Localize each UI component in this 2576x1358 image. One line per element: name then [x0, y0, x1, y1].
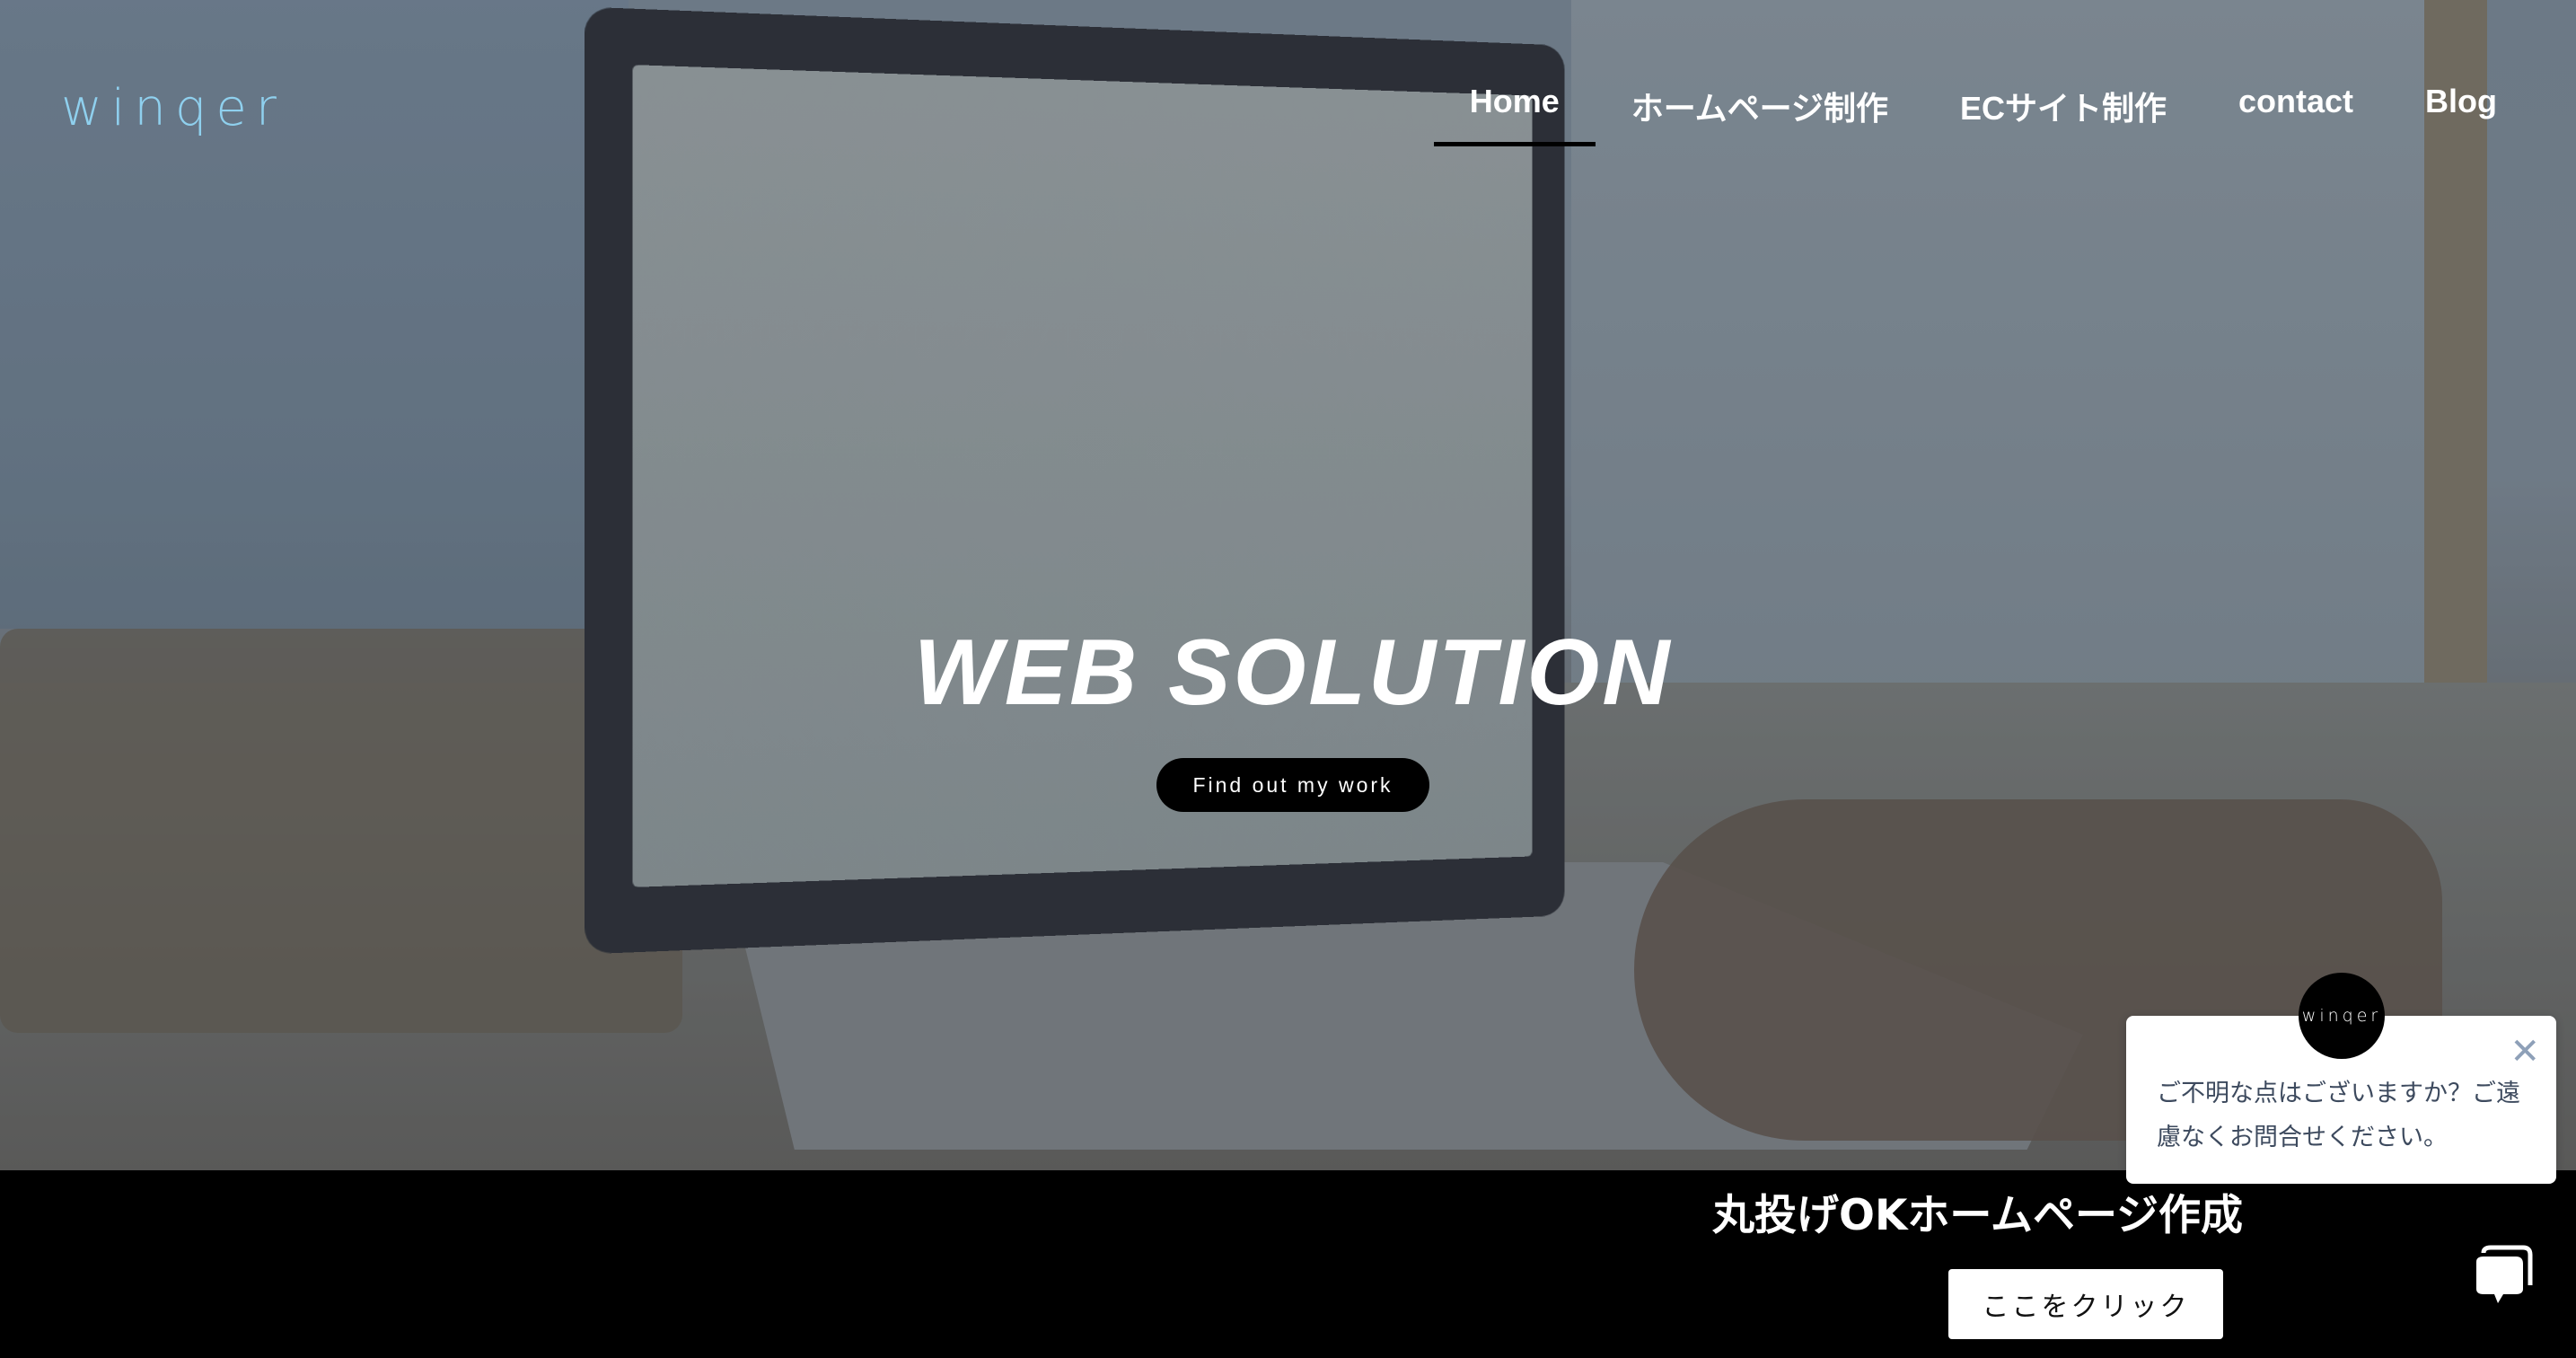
chat-bubble-icon[interactable]: [2471, 1244, 2534, 1307]
click-here-button[interactable]: ここをクリック: [1948, 1269, 2223, 1339]
hero-overlay: [0, 0, 2576, 1170]
close-icon[interactable]: ✕: [2510, 1034, 2540, 1070]
nav-contact[interactable]: contact: [2238, 83, 2353, 147]
chat-message: ご不明な点はございますか？ご遠慮なくお問合せください。: [2157, 1080, 2520, 1151]
nav-home[interactable]: Home: [1433, 83, 1596, 147]
nav-ec-site-production[interactable]: ECサイト制作: [1960, 83, 2167, 147]
main-nav: Home ホームページ制作 ECサイト制作 contact Blog: [1433, 83, 2497, 147]
logo[interactable]: winqer: [61, 79, 286, 137]
hero-title: WEB SOLUTION: [913, 621, 1673, 725]
hero-section: winqer Home ホームページ制作 ECサイト制作 contact Blo…: [0, 0, 2576, 1170]
find-out-my-work-button[interactable]: Find out my work: [1156, 758, 1429, 812]
band-title: 丸投げOKホームページ作成: [1712, 1191, 2244, 1240]
nav-homepage-production[interactable]: ホームページ制作: [1631, 83, 1888, 147]
chat-avatar: winqer: [2299, 973, 2385, 1059]
nav-blog[interactable]: Blog: [2425, 83, 2497, 147]
